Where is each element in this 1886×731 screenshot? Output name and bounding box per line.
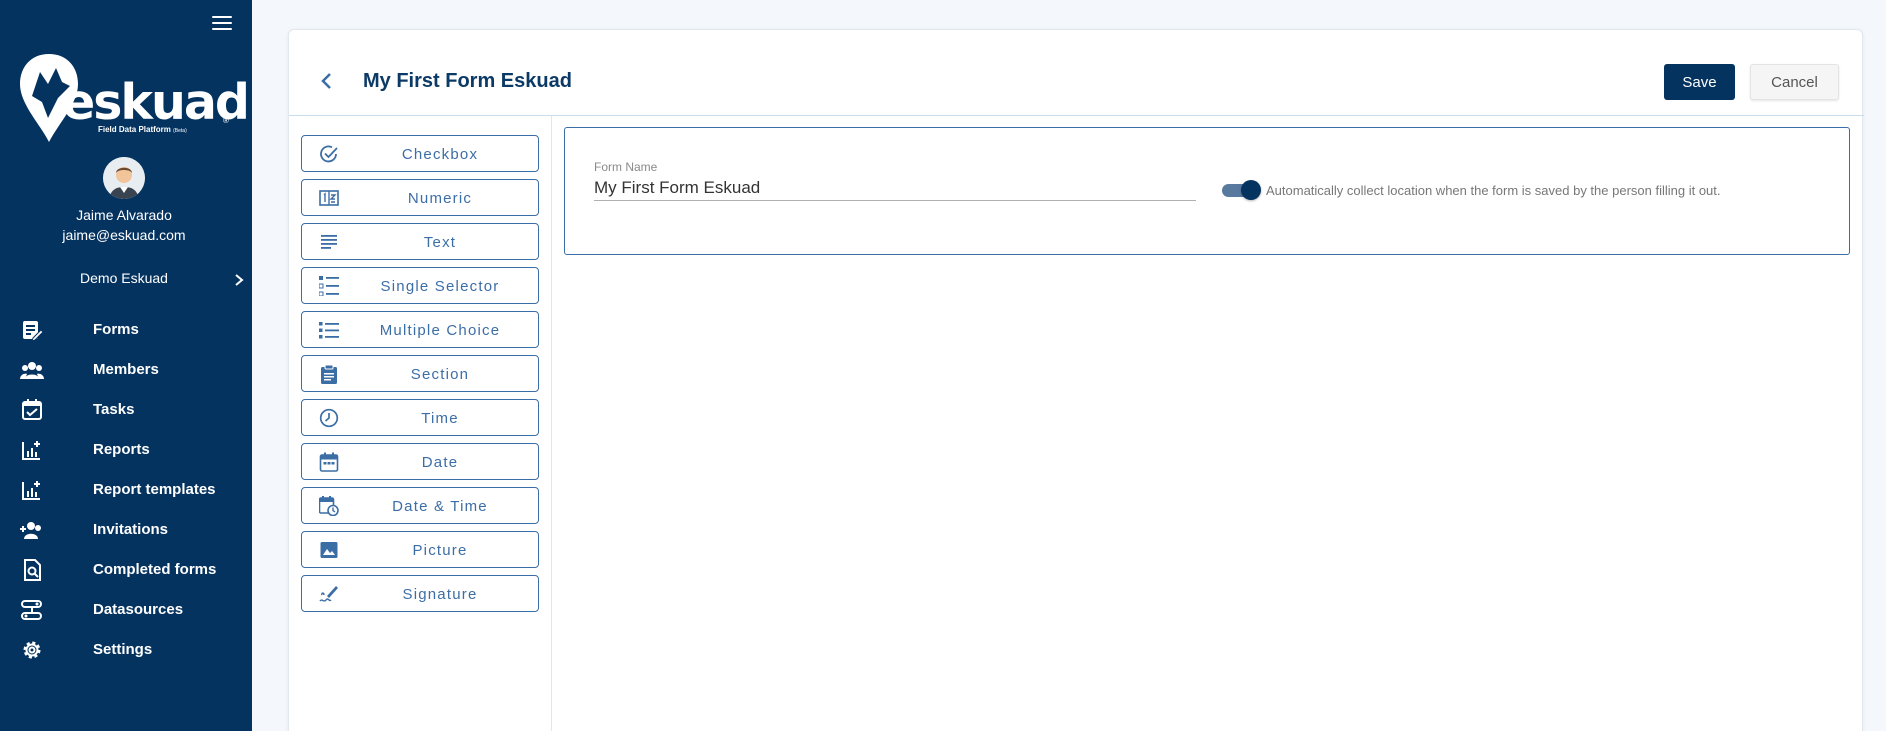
brand-reg: ®: [223, 116, 229, 125]
field-label-date: Date: [421, 454, 459, 471]
save-button[interactable]: Save: [1664, 64, 1735, 100]
field-button-picture[interactable]: Picture: [301, 531, 539, 568]
nav-label-forms: Forms: [93, 321, 139, 338]
nav-item-settings[interactable]: Settings: [0, 630, 252, 670]
organization-selector[interactable]: Demo Eskuad: [0, 268, 252, 292]
sidebar: eskuad ® Field Data Platform (Beta) Jaim…: [0, 0, 252, 731]
nav-label-reports: Reports: [93, 441, 150, 458]
field-button-numeric[interactable]: Numeric: [301, 179, 539, 216]
nav-label-members: Members: [93, 361, 159, 378]
multiple-choice-icon: [319, 322, 339, 339]
palette-divider: [551, 116, 552, 731]
cancel-button[interactable]: Cancel: [1750, 64, 1839, 100]
checkbox-icon: [320, 145, 338, 163]
completed-forms-icon: [24, 559, 41, 581]
field-label-section: Section: [410, 366, 470, 383]
field-button-date-time[interactable]: Date & Time: [301, 487, 539, 524]
text-icon: [321, 235, 337, 249]
single-selector-icon: [319, 276, 339, 296]
field-button-multiple-choice[interactable]: Multiple Choice: [301, 311, 539, 348]
user-email: jaime@eskuad.com: [62, 227, 186, 243]
field-button-text[interactable]: Text: [301, 223, 539, 260]
avatar[interactable]: [103, 157, 145, 199]
field-label-time: Time: [421, 410, 459, 427]
datasources-icon: [21, 600, 42, 620]
brand-beta-tag: (Beta): [173, 128, 187, 134]
field-label-single-selector: Single Selector: [380, 278, 500, 295]
organization-name: Demo Eskuad: [80, 270, 168, 286]
chevron-right-icon: [235, 274, 244, 286]
nav-item-completed-forms[interactable]: Completed forms: [0, 550, 252, 590]
field-button-section[interactable]: Section: [301, 355, 539, 392]
invitations-icon: [20, 522, 41, 539]
field-button-signature[interactable]: Signature: [301, 575, 539, 612]
eskuad-logo: eskuad ® Field Data Platform (Beta): [18, 52, 250, 144]
field-label-checkbox: Checkbox: [401, 146, 479, 163]
signature-icon: [319, 586, 338, 602]
field-palette: Checkbox Numeric Text Single Selector Mu…: [301, 135, 539, 619]
back-arrow-icon[interactable]: [319, 70, 335, 92]
user-name: Jaime Alvarado: [76, 207, 172, 223]
collect-location-label: Automatically collect location when the …: [1266, 183, 1721, 198]
form-editor-card: My First Form Eskuad Save Cancel Checkbo…: [288, 29, 1864, 731]
forms-icon: [23, 321, 44, 341]
picture-icon: [320, 542, 338, 558]
main-nav: Forms Members Tasks Reports Report templ…: [0, 310, 252, 670]
field-label-text: Text: [423, 234, 457, 251]
nav-item-tasks[interactable]: Tasks: [0, 390, 252, 430]
nav-item-datasources[interactable]: Datasources: [0, 590, 252, 630]
menu-toggle-icon[interactable]: [212, 16, 232, 30]
field-label-date-time: Date & Time: [392, 498, 488, 515]
nav-label-tasks: Tasks: [93, 401, 135, 418]
time-icon: [319, 408, 339, 428]
nav-item-forms[interactable]: Forms: [0, 310, 252, 350]
form-name-input[interactable]: [594, 175, 1196, 201]
page-title: My First Form Eskuad: [363, 70, 572, 92]
reports-icon: [22, 441, 40, 460]
date-time-icon: [319, 496, 339, 516]
nav-label-datasources: Datasources: [93, 601, 184, 618]
nav-label-settings: Settings: [93, 641, 153, 658]
field-button-single-selector[interactable]: Single Selector: [301, 267, 539, 304]
form-name-label: Form Name: [594, 160, 658, 174]
field-label-picture: Picture: [412, 542, 468, 559]
date-icon: [319, 452, 339, 472]
nav-item-members[interactable]: Members: [0, 350, 252, 390]
collect-location-toggle[interactable]: [1222, 180, 1262, 200]
nav-label-invitations: Invitations: [93, 521, 169, 538]
field-label-numeric: Numeric: [407, 190, 473, 207]
header-divider: [289, 115, 1864, 116]
report-templates-icon: [22, 481, 40, 500]
brand-tagline: Field Data Platform (Beta): [98, 125, 187, 134]
members-icon: [20, 362, 44, 379]
brand-tagline-text: Field Data Platform: [98, 125, 171, 134]
brand-name: eskuad: [62, 74, 250, 131]
field-button-time[interactable]: Time: [301, 399, 539, 436]
field-label-signature: Signature: [402, 586, 478, 603]
field-button-checkbox[interactable]: Checkbox: [301, 135, 539, 172]
tasks-icon: [22, 399, 42, 420]
field-button-date[interactable]: Date: [301, 443, 539, 480]
settings-icon: [23, 641, 41, 659]
nav-label-report-templates: Report templates: [93, 481, 216, 498]
nav-item-reports[interactable]: Reports: [0, 430, 252, 470]
section-icon: [321, 364, 337, 384]
nav-item-report-templates[interactable]: Report templates: [0, 470, 252, 510]
nav-item-invitations[interactable]: Invitations: [0, 510, 252, 550]
numeric-icon: [319, 190, 339, 206]
nav-label-completed-forms: Completed forms: [93, 561, 217, 578]
field-label-multiple-choice: Multiple Choice: [379, 322, 501, 339]
form-settings-panel: Form Name Automatically collect location…: [564, 127, 1850, 255]
toggle-knob: [1241, 180, 1261, 200]
